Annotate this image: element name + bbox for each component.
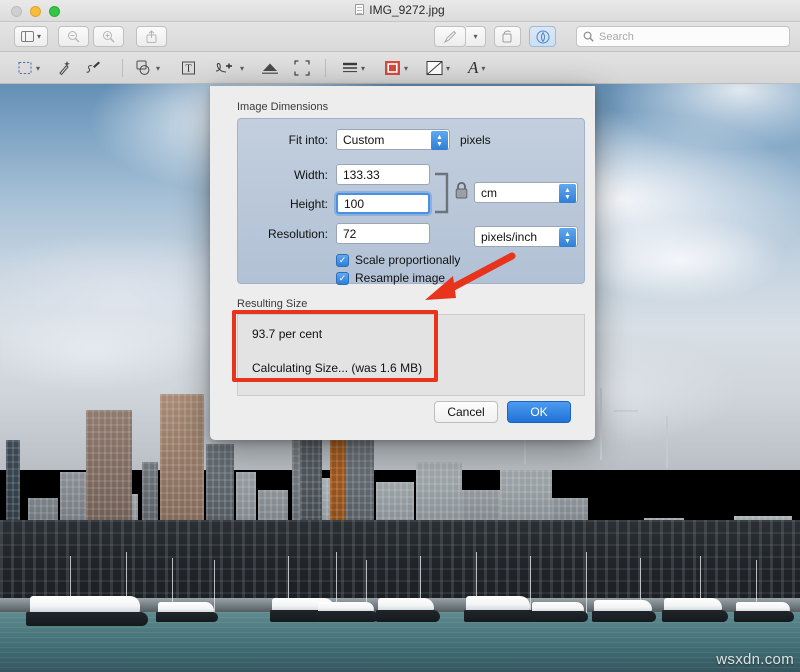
resolution-unit-value: pixels/inch — [481, 230, 537, 244]
width-value: 133.33 — [343, 168, 380, 182]
checkbox-checked-icon: ✓ — [336, 254, 349, 267]
resulting-size-title: Resulting Size — [237, 298, 307, 310]
fit-into-suffix: pixels — [460, 133, 491, 147]
search-placeholder: Search — [599, 31, 634, 43]
resulting-percent: 93.7 per cent — [252, 327, 322, 341]
height-label: Height: — [250, 197, 328, 211]
image-dimensions-panel: Fit into: Custom ▲▼ pixels Width: 133.33… — [237, 118, 585, 284]
size-unit-value: cm — [481, 186, 497, 200]
cancel-button[interactable]: Cancel — [434, 401, 498, 423]
resolution-label: Resolution: — [250, 227, 328, 241]
size-unit-select[interactable]: cm ▲▼ — [474, 182, 578, 203]
zoom-out-button[interactable] — [58, 26, 89, 47]
search-icon — [583, 31, 594, 42]
scale-proportionally-checkbox[interactable]: ✓ Scale proportionally — [336, 253, 460, 267]
preview-window: wsxdn.com IMG_9272.jpg ▾ ▾ — [0, 0, 800, 672]
chevron-down-icon: ▾ — [156, 64, 160, 73]
resolution-unit-select[interactable]: pixels/inch ▲▼ — [474, 226, 578, 247]
sketch-tool-button[interactable] — [84, 57, 102, 79]
resulting-size-panel: 93.7 per cent Calculating Size... (was 1… — [237, 314, 585, 396]
chevron-down-icon: ▾ — [481, 64, 485, 73]
chevron-down-icon: ▾ — [404, 64, 408, 73]
resample-image-checkbox[interactable]: ✓ Resample image — [336, 271, 445, 285]
selection-tool-button[interactable]: ▾ — [18, 57, 40, 79]
text-tool-button[interactable]: T — [180, 57, 197, 79]
share-button[interactable] — [136, 26, 167, 47]
chevron-down-icon: ▾ — [36, 64, 40, 73]
crop-tool-button[interactable] — [294, 57, 310, 79]
scale-proportionally-label: Scale proportionally — [355, 253, 460, 267]
sidebar-button[interactable]: ▾ — [14, 26, 48, 47]
adjust-color-tool-button[interactable] — [261, 57, 279, 79]
width-input[interactable]: 133.33 — [336, 164, 430, 185]
shapes-tool-button[interactable]: ▾ — [136, 57, 160, 79]
lock-icon[interactable] — [454, 181, 469, 200]
fit-into-label: Fit into: — [250, 133, 328, 147]
shape-style-tool-button[interactable]: ▾ — [342, 57, 365, 79]
title-bar: IMG_9272.jpg — [0, 0, 800, 22]
rotate-button[interactable] — [494, 26, 521, 47]
chevron-down-icon: ▾ — [240, 64, 244, 73]
window-title: IMG_9272.jpg — [0, 3, 800, 17]
size-unit-stepper-icon: ▲▼ — [559, 184, 576, 203]
image-dimensions-title: Image Dimensions — [237, 101, 328, 113]
link-bracket — [434, 171, 456, 215]
fit-into-stepper-icon: ▲▼ — [431, 131, 448, 150]
window-title-text: IMG_9272.jpg — [369, 3, 444, 17]
fit-into-value: Custom — [343, 133, 384, 147]
image-resize-dialog: Image Dimensions Fit into: Custom ▲▼ pix… — [210, 86, 595, 440]
chevron-down-icon: ▾ — [361, 64, 365, 73]
main-toolbar: ▾ ▾ Search — [0, 22, 800, 52]
resolution-input[interactable]: 72 — [336, 223, 430, 244]
svg-text:T: T — [185, 64, 191, 75]
height-input[interactable]: 100 — [336, 193, 430, 214]
checkbox-checked-icon: ✓ — [336, 272, 349, 285]
text-style-glyph: A — [468, 60, 478, 76]
width-label: Width: — [250, 168, 328, 182]
zoom-in-button[interactable] — [93, 26, 124, 47]
annotate-button[interactable] — [529, 26, 556, 47]
text-style-tool-button[interactable]: A ▾ — [468, 57, 485, 79]
fill-color-tool-button[interactable]: ▾ — [426, 57, 450, 79]
resample-image-label: Resample image — [355, 271, 445, 285]
document-icon — [355, 4, 364, 15]
resolution-unit-stepper-icon: ▲▼ — [559, 228, 576, 247]
sign-tool-button[interactable]: ▾ — [213, 57, 244, 79]
instant-alpha-tool-button[interactable] — [56, 57, 72, 79]
markup-options-button[interactable]: ▾ — [466, 26, 486, 47]
chevron-down-icon: ▾ — [446, 64, 450, 73]
markup-toolbar: ▾ ▾ T ▾ ▾ ▾ — [0, 52, 800, 84]
toolbar-divider — [325, 59, 326, 77]
site-watermark: wsxdn.com — [716, 651, 794, 668]
toolbar-divider — [122, 59, 123, 77]
ok-button[interactable]: OK — [507, 401, 571, 423]
resulting-status: Calculating Size... (was 1.6 MB) — [252, 361, 422, 375]
height-value: 100 — [344, 197, 364, 211]
search-input[interactable]: Search — [576, 26, 790, 47]
border-color-tool-button[interactable]: ▾ — [384, 57, 408, 79]
resolution-value: 72 — [343, 227, 356, 241]
markup-button[interactable] — [434, 26, 466, 47]
chevron-down-icon: ▾ — [37, 32, 41, 41]
fit-into-select[interactable]: Custom ▲▼ — [336, 129, 450, 150]
chevron-down-icon: ▾ — [473, 32, 477, 41]
